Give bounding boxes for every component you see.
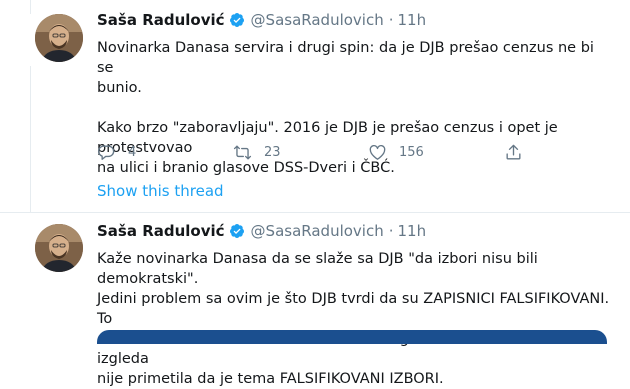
reply-button[interactable]: 4 bbox=[97, 143, 136, 162]
tweet-header: Saša Radulović @SasaRadulovich · 11h bbox=[97, 221, 426, 241]
like-icon bbox=[369, 145, 386, 160]
avatar[interactable] bbox=[35, 224, 83, 272]
tweet-actions: 4 23 156 bbox=[97, 143, 527, 163]
author-handle[interactable]: @SasaRadulovich bbox=[251, 11, 384, 29]
tweet[interactable]: Saša Radulović @SasaRadulovich · 11h Kaž… bbox=[0, 212, 630, 387]
text-line: bunio. bbox=[97, 80, 142, 96]
tweet[interactable]: Saša Radulović @SasaRadulovich · 11h Nov… bbox=[0, 0, 630, 212]
like-count: 156 bbox=[399, 145, 424, 160]
reply-icon bbox=[97, 145, 115, 160]
text-line: Novinarka Danasa servira i drugi spin: d… bbox=[97, 40, 594, 76]
verified-badge-icon bbox=[229, 224, 244, 238]
author-name[interactable]: Saša Radulović bbox=[97, 11, 225, 29]
attached-media[interactable] bbox=[97, 330, 607, 344]
retweet-button[interactable]: 23 bbox=[233, 143, 281, 162]
separator-dot: · bbox=[388, 222, 394, 240]
retweet-icon bbox=[233, 145, 252, 160]
like-button[interactable]: 156 bbox=[368, 143, 424, 162]
separator-dot: · bbox=[388, 11, 394, 29]
share-button[interactable] bbox=[504, 143, 523, 162]
text-line: Kaže novinarka Danasa da se slaže sa DJB… bbox=[97, 251, 538, 287]
text-line: nije primetila da je tema FALSIFIKOVANI … bbox=[97, 371, 444, 387]
show-thread-link[interactable]: Show this thread bbox=[97, 182, 224, 200]
timestamp[interactable]: 11h bbox=[398, 11, 427, 29]
timestamp[interactable]: 11h bbox=[398, 222, 427, 240]
thread-line-top bbox=[30, 0, 31, 14]
verified-badge-icon bbox=[229, 13, 244, 27]
avatar[interactable] bbox=[35, 14, 83, 62]
thread-line bbox=[30, 66, 31, 212]
author-name[interactable]: Saša Radulović bbox=[97, 222, 225, 240]
share-icon bbox=[506, 144, 521, 160]
retweet-count: 23 bbox=[264, 145, 281, 160]
text-line: Jedini problem sa ovim je što DJB tvrdi … bbox=[97, 291, 610, 327]
tweet-text: Kaže novinarka Danasa da se slaže sa DJB… bbox=[97, 249, 612, 389]
tweet-header: Saša Radulović @SasaRadulovich · 11h bbox=[97, 10, 426, 30]
reply-count: 4 bbox=[128, 145, 137, 160]
author-handle[interactable]: @SasaRadulovich bbox=[251, 222, 384, 240]
